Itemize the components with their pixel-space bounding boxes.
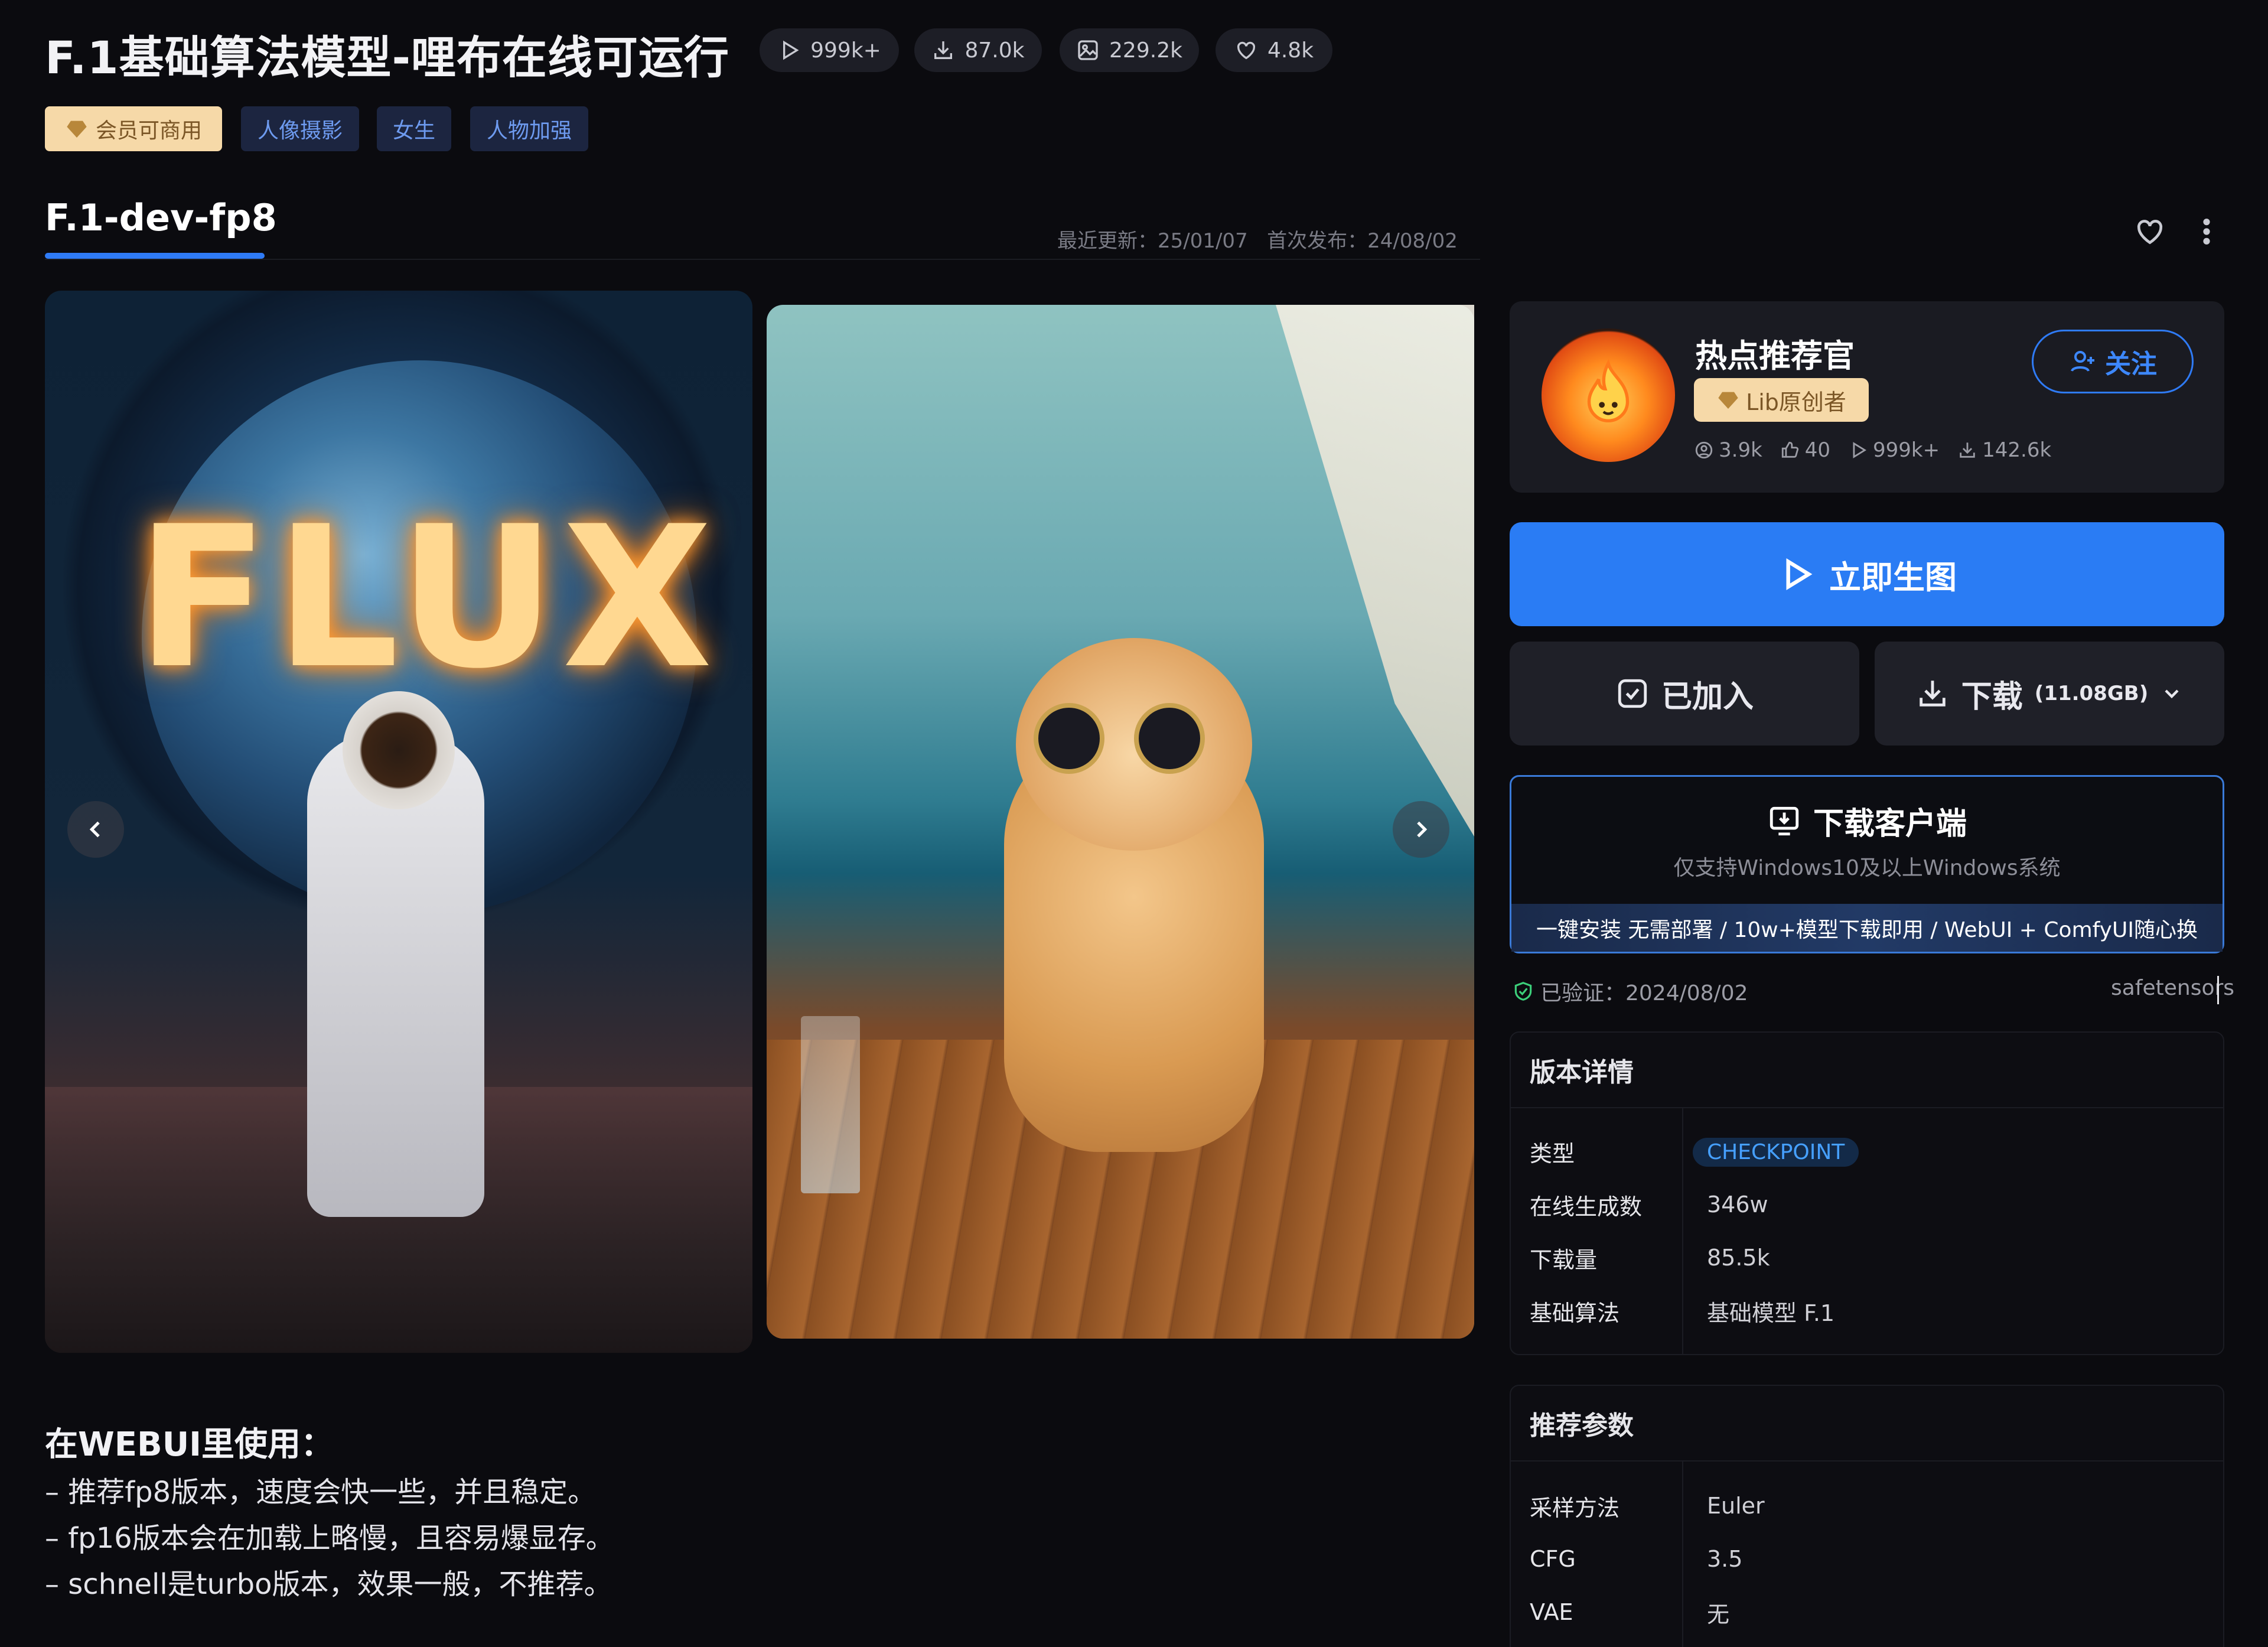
tag-character-enhance[interactable]: 人物加强 [470,106,588,151]
heart-icon [1237,41,1255,60]
active-tab-indicator [45,253,265,259]
param-row-sampler: 采样方法 Euler [1530,1493,1765,1521]
description-line: – fp16版本会在加载上略慢，且容易爆显存。 [45,1522,614,1555]
shield-check-icon [1514,982,1532,1001]
version-details-title: 版本详情 [1511,1033,2223,1108]
user-icon [1695,441,1713,459]
follow-button[interactable]: 关注 [2032,330,2194,393]
client-download-subtitle: 仅支持Windows10及以上Windows系统 [1673,856,2061,880]
download-button[interactable]: 下载 (11.08GB) [1875,642,2224,746]
play-icon [1786,558,1813,591]
recommended-params-title: 推荐参数 [1511,1386,2223,1462]
client-download-title[interactable]: 下载客户端 [1510,799,2224,843]
client-promo-strip: 一键安装 无需部署 / 10w+模型下载即用 / WebUI + ComfyUI… [1511,904,2223,952]
play-icon [783,40,799,60]
author-likes: 40 [1780,438,1830,462]
detail-row-base-model: 基础算法 基础模型 F.1 [1530,1300,1835,1326]
chevron-left-icon [89,821,100,838]
tag-vip-commercial[interactable]: 会员可商用 [45,106,222,151]
chevron-right-icon [1417,821,1428,838]
author-avatar[interactable] [1542,328,1675,462]
download-icon [1920,681,1946,707]
download-icon [934,41,953,59]
download-icon [1960,442,1975,458]
description-title: 在WEBUI里使用： [45,1425,334,1464]
author-runs: 999k+ [1848,438,1940,462]
more-options-icon[interactable] [2195,215,2218,248]
gallery-next-button[interactable] [1393,801,1449,858]
version-tab[interactable]: F.1-dev-fp8 [45,196,277,239]
diamond-icon [67,121,87,138]
astronaut-helmet [343,691,455,809]
detail-row-downloads: 下载量 85.5k [1530,1245,1770,1273]
model-title: F.1基础算法模型-哩布在线可运行 [45,31,730,84]
diamond-icon [1718,392,1738,409]
added-button[interactable]: 已加入 [1510,642,1859,746]
description-line: – 推荐fp8版本，速度会快一些，并且稳定。 [45,1476,597,1509]
param-row-vae: VAE 无 [1530,1599,1730,1628]
author-stats: 3.9k 40 999k+ 142.6k [1694,438,2051,462]
chevron-down-icon [2165,689,2179,699]
sunglasses-right-lens [1134,703,1205,774]
image-icon [1078,40,1098,60]
author-name[interactable]: 热点推荐官 [1695,330,1855,376]
water-glass [801,1016,860,1193]
tab-divider [45,259,1480,260]
description-line: – schnell是turbo版本，效果一般，不推荐。 [45,1568,612,1601]
desktop-download-icon [1770,806,1799,835]
play-icon [1853,442,1867,458]
tag-portrait[interactable]: 人像摄影 [241,106,359,151]
detail-row-type: 类型 CHECKPOINT [1511,1125,2223,1178]
download-count-stat: 87.0k [914,28,1042,72]
run-count-stat: 999k+ [760,28,899,72]
gallery-prev-button[interactable] [67,801,124,858]
favorite-heart-icon[interactable] [2133,215,2166,248]
sunglasses-left-lens [1034,703,1104,774]
flux-sign: FLUX [136,484,719,711]
add-user-icon [2071,351,2094,372]
verified-info: 已验证：2024/08/02 [1512,976,1748,1007]
author-followers: 3.9k [1694,438,1762,462]
like-icon [1781,441,1798,458]
like-count-stat[interactable]: 4.8k [1216,28,1332,72]
author-downloads: 142.6k [1957,438,2051,462]
checkbox-checked-icon [1618,679,1647,708]
generate-image-button[interactable]: 立即生图 [1510,522,2224,626]
recommended-params-panel: 推荐参数 采样方法 Euler CFG 3.5 VAE 无 [1510,1385,2224,1647]
text-cursor [2217,976,2219,1004]
fire-mascot-icon [1587,359,1630,423]
lib-creator-badge: Lib原创者 [1694,378,1869,422]
image-count-stat: 229.2k [1060,28,1199,72]
tag-female[interactable]: 女生 [377,106,451,151]
detail-row-online-gen: 在线生成数 346w [1530,1192,1768,1220]
checkpoint-badge: CHECKPOINT [1693,1138,1859,1167]
version-details-panel: 版本详情 类型 CHECKPOINT 在线生成数 346w 下载量 85.5k … [1510,1031,2224,1355]
version-dates: 最近更新：25/01/07 首次发布：24/08/02 [1057,229,1458,253]
param-row-cfg: CFG 3.5 [1530,1546,1743,1572]
file-format: safetensors [2111,976,2235,1000]
